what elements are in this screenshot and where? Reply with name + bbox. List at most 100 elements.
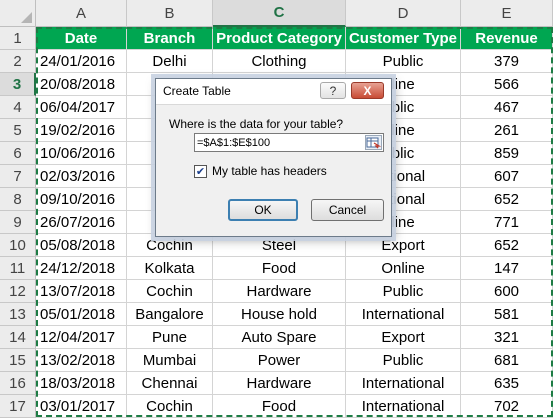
create-table-dialog: Create Table ? X Where is the data for y… (155, 78, 392, 237)
checkmark-icon: ✔ (195, 165, 206, 178)
row-header-13[interactable]: 13 (0, 303, 36, 326)
table-cell[interactable]: 20/08/2018 (36, 73, 127, 96)
table-cell[interactable]: 379 (461, 50, 553, 73)
table-cell[interactable]: 02/03/2016 (36, 165, 127, 188)
row-header-6[interactable]: 6 (0, 142, 36, 165)
row-header-15[interactable]: 15 (0, 349, 36, 372)
table-cell[interactable]: Hardware (213, 372, 346, 395)
table-cell[interactable]: 05/08/2018 (36, 234, 127, 257)
range-input[interactable] (197, 135, 357, 150)
table-cell[interactable]: 681 (461, 349, 553, 372)
table-cell[interactable]: 13/07/2018 (36, 280, 127, 303)
table-cell[interactable]: 600 (461, 280, 553, 303)
table-cell[interactable]: 261 (461, 119, 553, 142)
table-cell[interactable]: 12/04/2017 (36, 326, 127, 349)
select-all-corner[interactable] (0, 0, 36, 27)
help-button[interactable]: ? (320, 82, 346, 99)
table-header-cell[interactable]: Customer Type (346, 27, 461, 50)
table-cell[interactable]: 321 (461, 326, 553, 349)
row-header-8[interactable]: 8 (0, 188, 36, 211)
table-cell[interactable]: Mumbai (127, 349, 213, 372)
column-header-d[interactable]: D (346, 0, 461, 27)
table-cell[interactable]: 652 (461, 234, 553, 257)
table-cell[interactable]: Delhi (127, 50, 213, 73)
row-header-4[interactable]: 4 (0, 96, 36, 119)
table-cell[interactable]: House hold (213, 303, 346, 326)
headers-checkbox[interactable]: ✔ (194, 164, 207, 178)
row-header-17[interactable]: 17 (0, 395, 36, 418)
table-cell[interactable]: 581 (461, 303, 553, 326)
table-cell[interactable]: Pune (127, 326, 213, 349)
table-cell[interactable]: 03/01/2017 (36, 395, 127, 418)
table-cell[interactable]: Chennai (127, 372, 213, 395)
table-cell[interactable]: Cochin (127, 280, 213, 303)
table-cell[interactable]: 19/02/2016 (36, 119, 127, 142)
table-cell[interactable]: International (346, 395, 461, 418)
row-header-3[interactable]: 3 (0, 73, 36, 96)
dialog-titlebar[interactable]: Create Table ? X (156, 79, 391, 105)
table-cell[interactable]: 147 (461, 257, 553, 280)
table-header-cell[interactable]: Revenue (461, 27, 553, 50)
table-cell[interactable]: Public (346, 50, 461, 73)
table-cell[interactable]: Export (346, 234, 461, 257)
table-cell[interactable]: 24/12/2018 (36, 257, 127, 280)
table-cell[interactable]: Kolkata (127, 257, 213, 280)
table-cell[interactable]: International (346, 372, 461, 395)
table-cell[interactable]: Public (346, 349, 461, 372)
table-cell[interactable]: Food (213, 395, 346, 418)
table-cell[interactable]: Export (346, 326, 461, 349)
headers-checkbox-label[interactable]: My table has headers (212, 164, 327, 178)
headers-checkbox-row[interactable]: ✔ My table has headers (194, 163, 327, 179)
table-cell[interactable]: 635 (461, 372, 553, 395)
table-cell[interactable]: 702 (461, 395, 553, 418)
table-cell[interactable]: 18/03/2018 (36, 372, 127, 395)
column-header-a[interactable]: A (36, 0, 127, 27)
table-cell[interactable]: 467 (461, 96, 553, 119)
column-header-c[interactable]: C (213, 0, 346, 27)
column-header-b[interactable]: B (127, 0, 213, 27)
table-cell[interactable]: Online (346, 257, 461, 280)
row-header-16[interactable]: 16 (0, 372, 36, 395)
ok-button[interactable]: OK (228, 199, 298, 221)
row-header-5[interactable]: 5 (0, 119, 36, 142)
row-header-14[interactable]: 14 (0, 326, 36, 349)
row-header-9[interactable]: 9 (0, 211, 36, 234)
table-cell[interactable]: 566 (461, 73, 553, 96)
table-cell[interactable]: 26/07/2016 (36, 211, 127, 234)
table-cell[interactable]: Bangalore (127, 303, 213, 326)
collapse-dialog-button[interactable] (365, 135, 382, 150)
table-cell[interactable]: Cochin (127, 234, 213, 257)
table-cell[interactable]: 24/01/2016 (36, 50, 127, 73)
table-cell[interactable]: 859 (461, 142, 553, 165)
row-header-2[interactable]: 2 (0, 50, 36, 73)
row-header-1[interactable]: 1 (0, 27, 36, 50)
table-cell[interactable]: Hardware (213, 280, 346, 303)
row-header-12[interactable]: 12 (0, 280, 36, 303)
table-cell[interactable]: 05/01/2018 (36, 303, 127, 326)
table-cell[interactable]: Steel (213, 234, 346, 257)
table-cell[interactable]: 13/02/2018 (36, 349, 127, 372)
table-header-cell[interactable]: Product Category (213, 27, 346, 50)
table-cell[interactable]: Clothing (213, 50, 346, 73)
table-cell[interactable]: Cochin (127, 395, 213, 418)
column-header-e[interactable]: E (461, 0, 553, 27)
table-cell[interactable]: International (346, 303, 461, 326)
table-cell[interactable]: 607 (461, 165, 553, 188)
cancel-button[interactable]: Cancel (311, 199, 384, 221)
table-cell[interactable]: 771 (461, 211, 553, 234)
row-header-10[interactable]: 10 (0, 234, 36, 257)
table-cell[interactable]: Power (213, 349, 346, 372)
table-cell[interactable]: 09/10/2016 (36, 188, 127, 211)
row-header-7[interactable]: 7 (0, 165, 36, 188)
table-header-cell[interactable]: Date (36, 27, 127, 50)
range-field[interactable] (194, 133, 384, 152)
table-cell[interactable]: Public (346, 280, 461, 303)
table-cell[interactable]: 06/04/2017 (36, 96, 127, 119)
table-cell[interactable]: Auto Spare (213, 326, 346, 349)
close-button[interactable]: X (351, 82, 384, 99)
table-cell[interactable]: Food (213, 257, 346, 280)
row-header-11[interactable]: 11 (0, 257, 36, 280)
table-cell[interactable]: 10/06/2016 (36, 142, 127, 165)
table-header-cell[interactable]: Branch (127, 27, 213, 50)
table-cell[interactable]: 652 (461, 188, 553, 211)
